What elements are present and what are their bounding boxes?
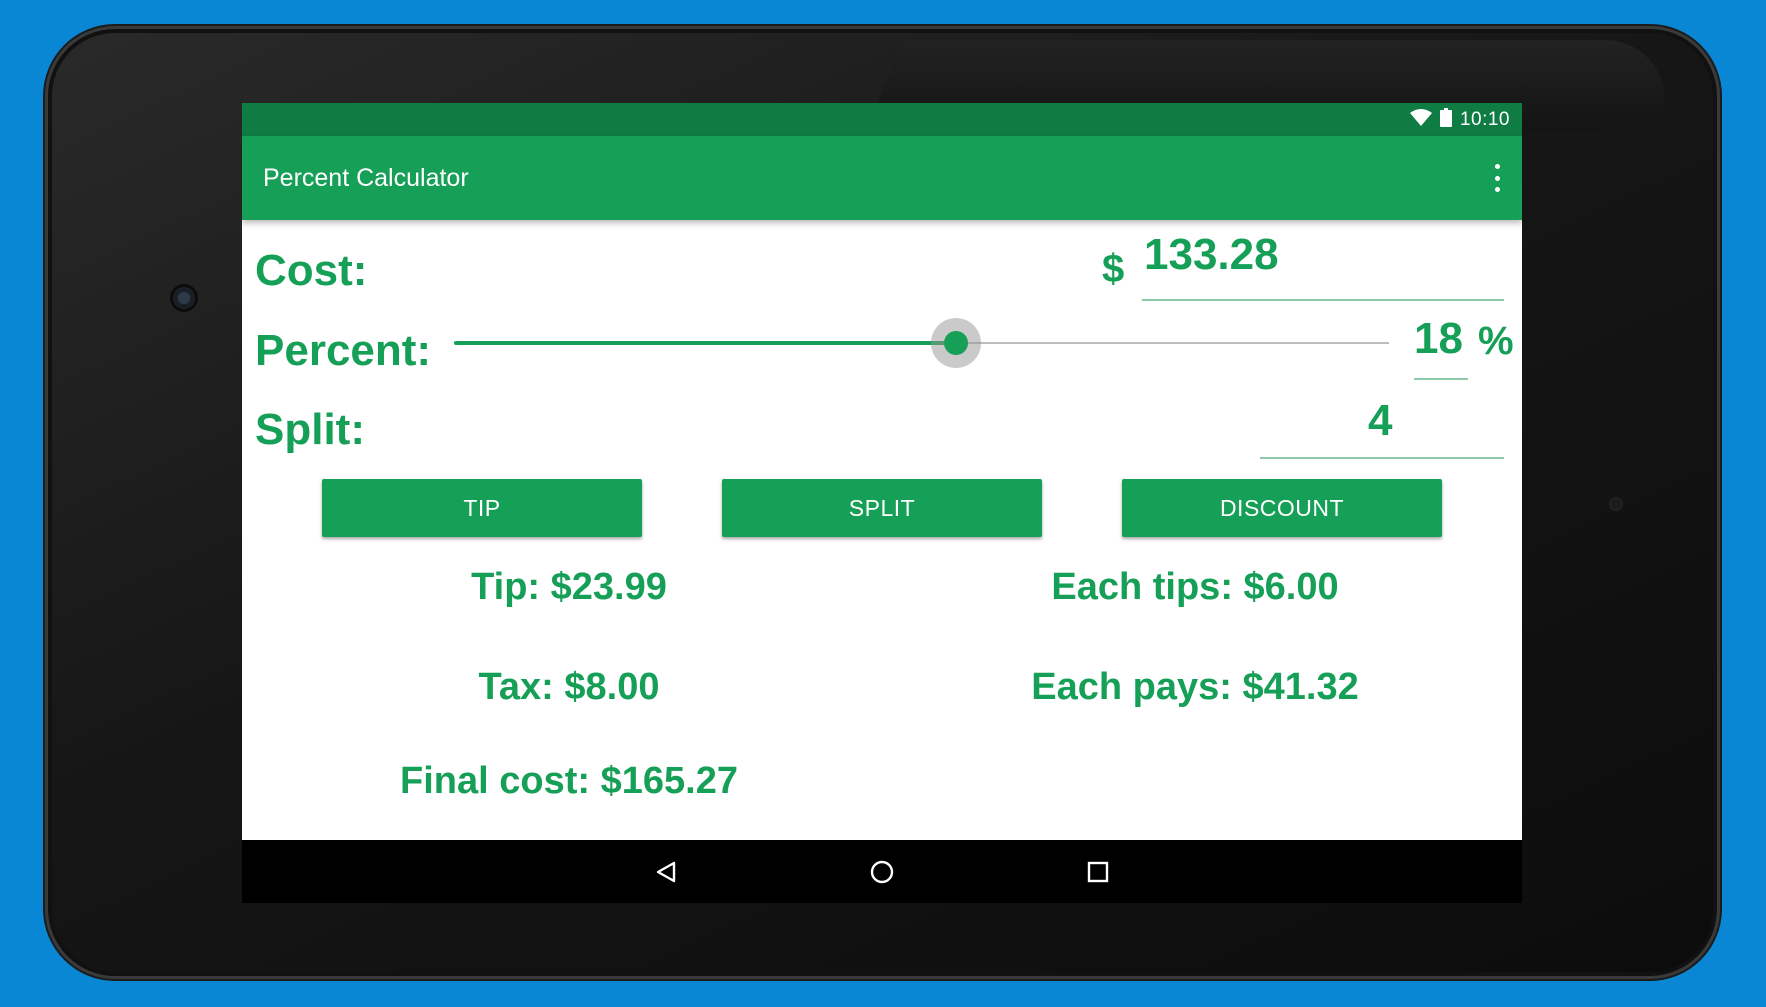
each-pays-result: Each pays: $41.32 [1031, 666, 1359, 708]
more-vert-icon[interactable] [1492, 164, 1502, 192]
wifi-icon [1409, 108, 1432, 131]
cost-label: Cost: [255, 246, 368, 295]
percent-input[interactable]: 18 [1414, 317, 1463, 361]
front-camera [170, 284, 198, 312]
battery-icon [1439, 107, 1452, 132]
device-screen: 10:10 Percent Calculator Cost: $ 133.28 … [242, 103, 1522, 903]
status-bar: 10:10 [242, 103, 1522, 136]
tip-result: Tip: $23.99 [471, 566, 667, 608]
home-icon[interactable] [852, 840, 912, 903]
app-title: Percent Calculator [263, 164, 469, 192]
navigation-bar [242, 840, 1522, 903]
split-button[interactable]: SPLIT [722, 479, 1042, 537]
slider-track-filled [454, 341, 956, 345]
recents-icon[interactable] [1068, 840, 1128, 903]
percent-input-underline [1414, 378, 1468, 380]
cost-input-underline [1142, 299, 1504, 301]
discount-button[interactable]: DISCOUNT [1122, 479, 1442, 537]
currency-symbol: $ [1102, 247, 1125, 291]
split-label: Split: [255, 405, 365, 454]
light-sensor [1610, 498, 1622, 510]
split-input[interactable]: 4 [1368, 399, 1392, 443]
status-icons: 10:10 [1409, 103, 1510, 136]
tax-result: Tax: $8.00 [478, 666, 660, 708]
slider-track-rest [956, 342, 1389, 344]
split-input-underline [1260, 457, 1504, 459]
final-cost-result: Final cost: $165.27 [400, 760, 738, 802]
slider-thumb[interactable] [944, 331, 968, 355]
status-time: 10:10 [1459, 108, 1510, 130]
app-bar: Percent Calculator [242, 136, 1522, 220]
tip-button[interactable]: TIP [322, 479, 642, 537]
cost-input[interactable]: 133.28 [1142, 230, 1504, 279]
back-icon[interactable] [636, 840, 696, 903]
cost-value: 133.28 [1144, 230, 1279, 279]
each-tips-result: Each tips: $6.00 [1051, 566, 1339, 608]
percent-slider[interactable] [454, 318, 1389, 368]
percent-label: Percent: [255, 326, 432, 375]
percent-sign: % [1478, 319, 1514, 363]
